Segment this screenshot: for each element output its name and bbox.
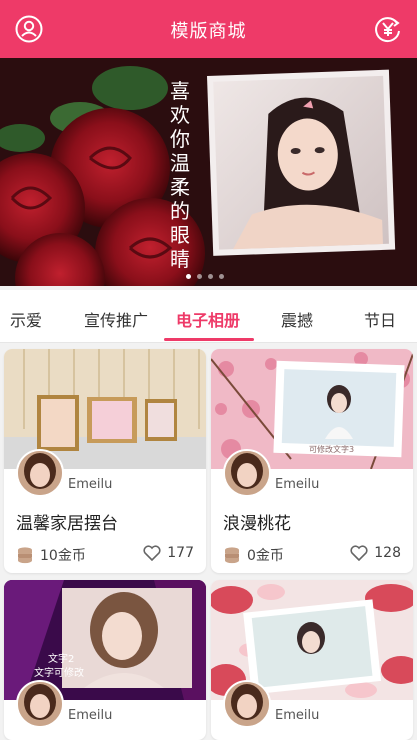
thumbnail-caption: 可修改文字3 xyxy=(309,444,354,454)
thumbnail-caption: 文字可修改 xyxy=(34,666,84,679)
heart-icon[interactable] xyxy=(350,545,368,561)
author-name: Emeilu xyxy=(68,708,113,723)
thumbnail-caption: 文字2 xyxy=(48,652,74,665)
template-card[interactable]: 可修改文字3 Emeilu 浪漫桃花 0金币 128 xyxy=(211,349,413,573)
pagination-dot[interactable] xyxy=(208,274,213,279)
header-bar: 模版商城 xyxy=(0,0,417,58)
svg-text:眼: 眼 xyxy=(170,223,190,247)
author-name: Emeilu xyxy=(275,708,320,723)
template-name: 浪漫桃花 xyxy=(223,514,291,534)
template-card[interactable]: Emeilu 温馨家居摆台 10金币 177 xyxy=(4,349,206,573)
category-tabs: 示爱 宣传推广 电子相册 震撼 节日 xyxy=(0,290,417,343)
coin-stack-icon xyxy=(18,547,32,564)
price: 10金币 xyxy=(16,545,86,565)
pagination-dot[interactable] xyxy=(197,274,202,279)
heart-icon[interactable] xyxy=(143,545,161,561)
price-label: 10金币 xyxy=(40,548,86,564)
author-avatar[interactable] xyxy=(223,680,271,728)
svg-text:喜: 喜 xyxy=(170,79,190,103)
svg-text:睛: 睛 xyxy=(170,247,190,271)
author-avatar[interactable] xyxy=(16,449,64,497)
pagination-dot[interactable] xyxy=(186,274,191,279)
pagination-dot[interactable] xyxy=(219,274,224,279)
author-name: Emeilu xyxy=(68,477,113,492)
price: 0金币 xyxy=(223,545,284,565)
tab-promotion[interactable]: 宣传推广 xyxy=(84,307,148,331)
svg-text:欢: 欢 xyxy=(170,103,190,127)
banner-pagination[interactable] xyxy=(186,274,224,279)
tab-love[interactable]: 示爱 xyxy=(10,307,42,331)
banner-image: 喜 欢 你 温 柔 的 眼 睛 xyxy=(0,58,417,286)
tab-festival[interactable]: 节日 xyxy=(364,307,396,331)
template-card[interactable]: 文字2 文字可修改 Emeilu xyxy=(4,580,206,740)
svg-text:柔: 柔 xyxy=(170,175,190,199)
active-tab-indicator xyxy=(164,338,254,341)
yen-exchange-icon[interactable] xyxy=(373,14,403,44)
page-title: 模版商城 xyxy=(170,21,247,42)
like-count[interactable]: 128 xyxy=(350,545,401,561)
like-count-value: 128 xyxy=(374,545,401,561)
author-name: Emeilu xyxy=(275,477,320,492)
promo-banner[interactable]: 喜 欢 你 温 柔 的 眼 睛 xyxy=(0,58,417,286)
svg-text:你: 你 xyxy=(170,127,190,151)
author-avatar[interactable] xyxy=(16,680,64,728)
author-avatar[interactable] xyxy=(223,449,271,497)
tab-shock[interactable]: 震撼 xyxy=(281,307,313,331)
template-card[interactable]: Emeilu xyxy=(211,580,413,740)
coin-stack-icon xyxy=(225,547,239,564)
tab-photo-album[interactable]: 电子相册 xyxy=(176,307,240,331)
like-count-value: 177 xyxy=(167,545,194,561)
template-name: 温馨家居摆台 xyxy=(16,514,118,534)
like-count[interactable]: 177 xyxy=(143,545,194,561)
svg-text:温: 温 xyxy=(170,151,190,175)
svg-text:的: 的 xyxy=(170,199,190,223)
price-label: 0金币 xyxy=(247,548,284,564)
